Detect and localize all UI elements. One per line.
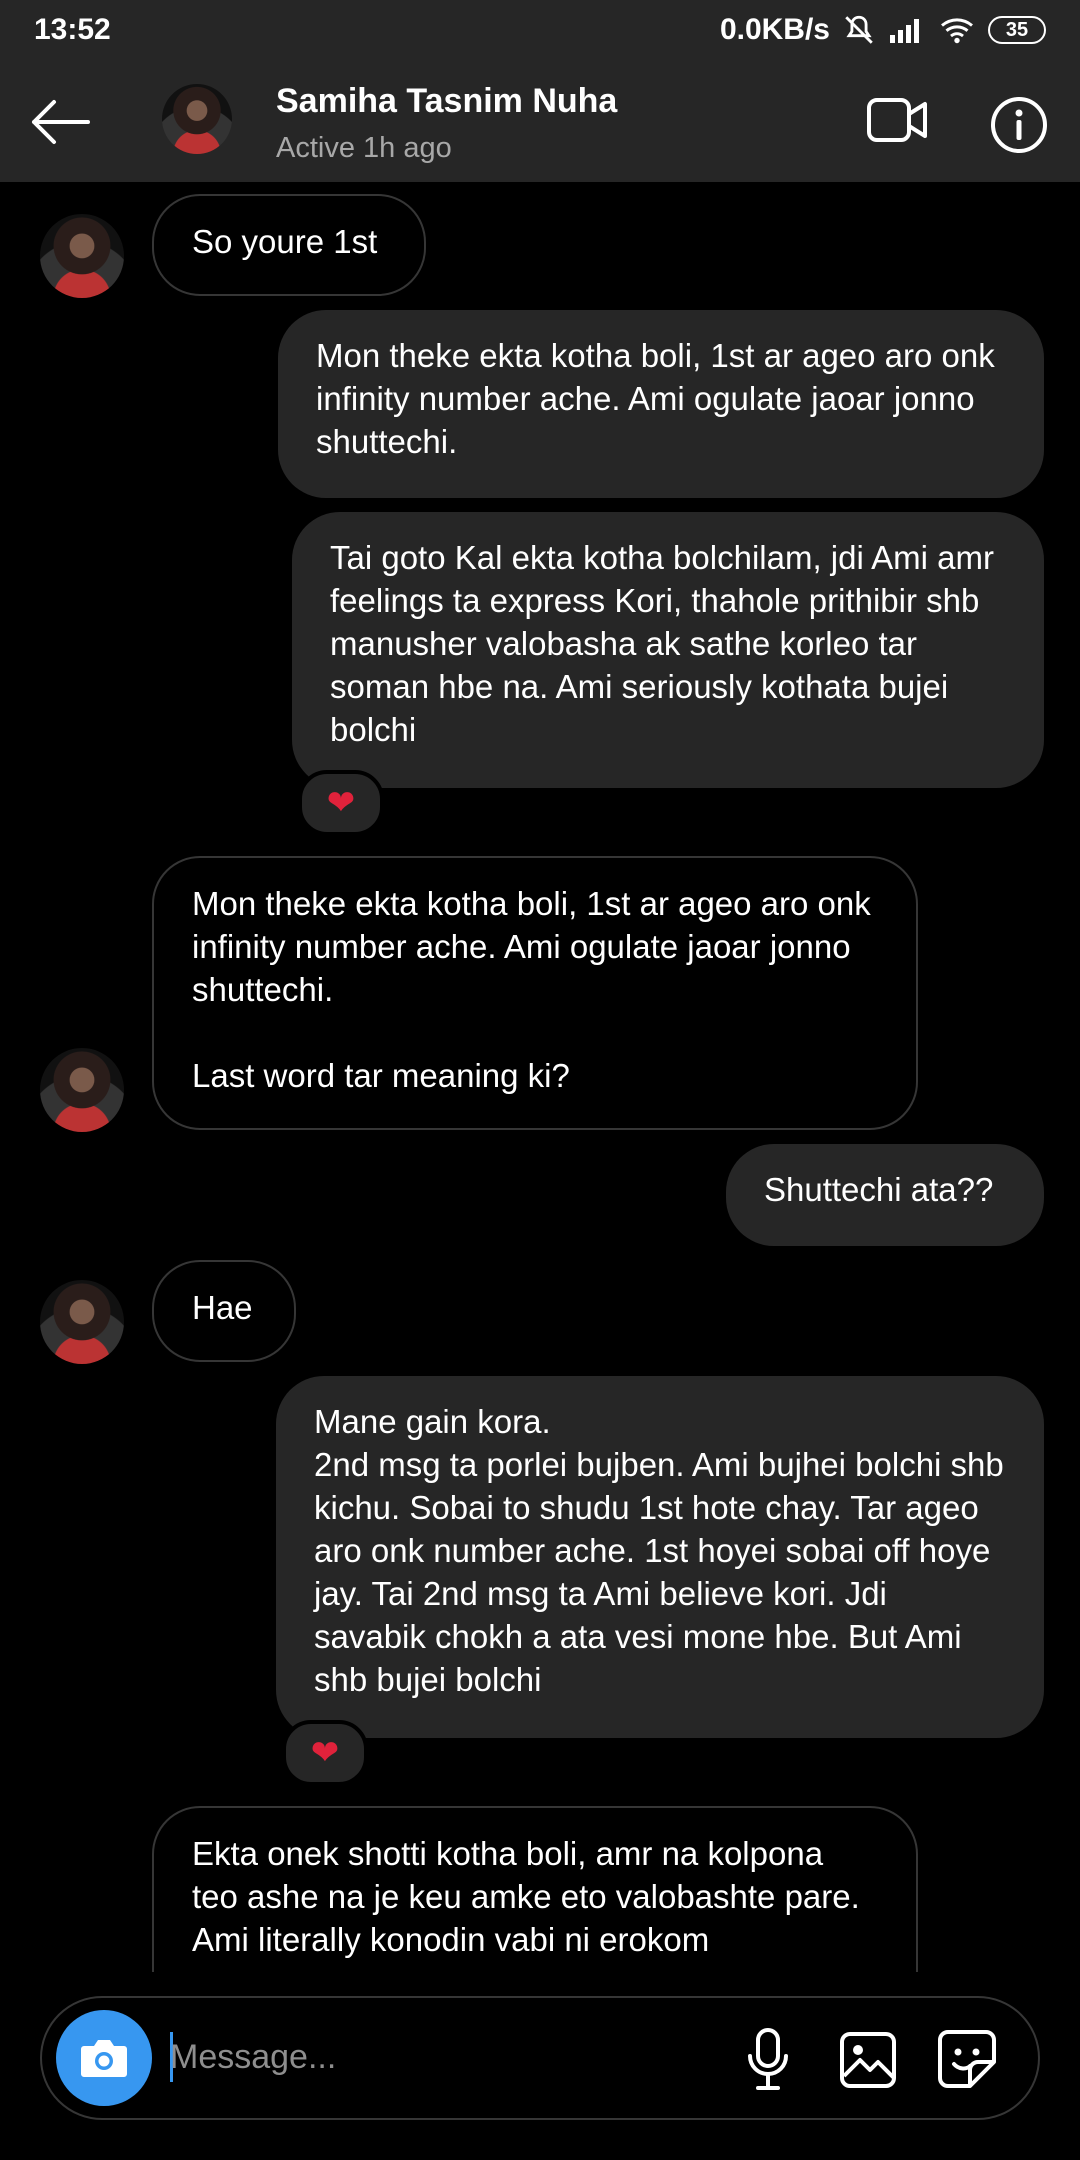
message-bubble-incoming[interactable]: Mon theke ekta kotha boli, 1st ar ageo a… bbox=[152, 856, 918, 1130]
camera-icon bbox=[81, 2040, 127, 2077]
message-bubble-incoming[interactable]: Hae bbox=[152, 1260, 296, 1362]
active-status: Active 1h ago bbox=[276, 132, 452, 164]
contact-name[interactable]: Samiha Tasnim Nuha bbox=[276, 82, 617, 121]
message-input[interactable]: Message... bbox=[170, 2038, 336, 2077]
chat-header: Samiha Tasnim Nuha Active 1h ago bbox=[0, 60, 1080, 182]
message-bubble-outgoing[interactable]: Tai goto Kal ekta kotha bolchilam, jdi A… bbox=[292, 512, 1044, 788]
microphone-icon[interactable] bbox=[742, 2026, 794, 2094]
heart-reaction-icon[interactable]: ❤ bbox=[298, 770, 384, 836]
header-avatar[interactable] bbox=[162, 84, 232, 154]
info-icon[interactable] bbox=[990, 96, 1048, 154]
message-bubble-outgoing[interactable]: Shuttechi ata?? bbox=[726, 1144, 1044, 1246]
status-time: 13:52 bbox=[34, 13, 111, 46]
sticker-icon[interactable] bbox=[936, 2028, 998, 2090]
video-call-icon[interactable] bbox=[866, 94, 930, 146]
message-thread[interactable]: So youre 1st Mon theke ekta kotha boli, … bbox=[0, 182, 1080, 1972]
camera-button[interactable] bbox=[56, 2010, 152, 2106]
network-speed: 0.0KB/s bbox=[719, 13, 830, 46]
signal-icon bbox=[890, 19, 919, 43]
back-arrow-icon[interactable] bbox=[28, 98, 92, 146]
status-icons: 0.0KB/s 35 bbox=[720, 13, 1046, 47]
sender-avatar[interactable] bbox=[40, 1048, 124, 1132]
message-bubble-outgoing[interactable]: Mane gain kora. 2nd msg ta porlei bujben… bbox=[276, 1376, 1044, 1738]
sender-avatar[interactable] bbox=[40, 214, 124, 298]
status-bar: 13:52 0.0KB/s 35 bbox=[0, 0, 1080, 60]
message-composer: Message... bbox=[40, 1996, 1040, 2120]
message-bubble-incoming[interactable]: Ekta onek shotti kotha boli, amr na kolp… bbox=[152, 1806, 918, 1972]
mute-icon bbox=[845, 15, 873, 44]
message-bubble-outgoing[interactable]: Mon theke ekta kotha boli, 1st ar ageo a… bbox=[278, 310, 1044, 498]
message-bubble-incoming[interactable]: So youre 1st bbox=[152, 194, 426, 296]
wifi-icon bbox=[941, 18, 973, 44]
heart-reaction-icon[interactable]: ❤ bbox=[282, 1720, 368, 1786]
sender-avatar[interactable] bbox=[40, 1280, 124, 1364]
gallery-icon[interactable] bbox=[838, 2030, 898, 2090]
battery-icon: 35 bbox=[988, 16, 1046, 44]
